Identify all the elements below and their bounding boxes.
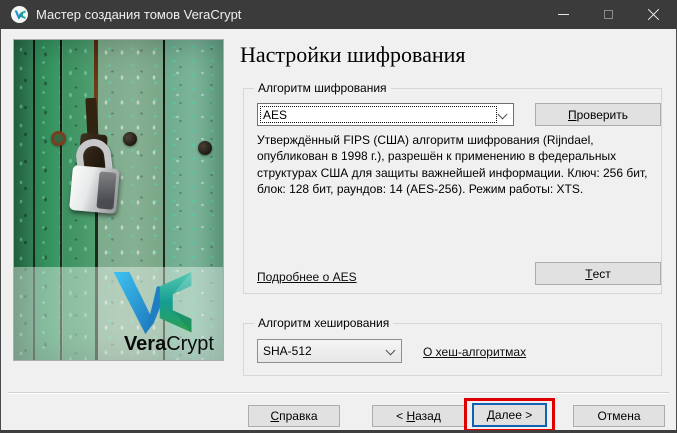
encryption-algorithm-select[interactable]: AES: [257, 103, 514, 126]
algorithm-description: Утверждённый FIPS (США) алгоритм шифрова…: [257, 132, 660, 198]
focus-rect: [260, 106, 497, 123]
titlebar: Мастер создания томов VeraCrypt: [0, 0, 677, 29]
wordmark-vera: Vera: [124, 333, 166, 355]
close-icon: [647, 8, 660, 21]
door-padlock-image: VeraCrypt: [14, 40, 223, 360]
chevron-down-icon: [386, 347, 394, 355]
button-label: <: [396, 409, 406, 423]
verify-button[interactable]: Проверить: [535, 103, 661, 126]
minimize-button[interactable]: [541, 0, 586, 29]
hash-algorithm-group: Алгоритм хеширования SHA-512 О хеш-алгор…: [243, 323, 662, 376]
veracrypt-wordmark: VeraCrypt: [124, 333, 214, 356]
hash-info-link[interactable]: О хеш-алгоритмах: [423, 345, 526, 359]
next-button[interactable]: Далее >: [472, 403, 547, 427]
button-label: алее >: [495, 408, 532, 422]
button-accesskey: С: [270, 409, 279, 423]
minimize-icon: [558, 14, 569, 15]
help-button[interactable]: Справка: [248, 405, 340, 427]
benchmark-test-button[interactable]: Тест: [535, 262, 661, 285]
maximize-button: [586, 0, 631, 29]
window-controls: [541, 0, 676, 29]
button-label: Отмена: [597, 409, 640, 423]
button-label: ест: [593, 267, 611, 281]
encryption-algorithm-group: Алгоритм шифрования AES Проверить Утверж…: [243, 88, 662, 294]
button-accesskey: Д: [487, 408, 495, 422]
window-title: Мастер создания томов VeraCrypt: [36, 0, 241, 29]
close-button[interactable]: [631, 0, 676, 29]
veracrypt-logo: [100, 272, 208, 334]
veracrypt-logo-glyph: [14, 10, 26, 20]
hash-algorithm-value: SHA-512: [263, 344, 312, 358]
logo-overlay-band: VeraCrypt: [14, 267, 223, 360]
maximize-icon: [604, 10, 613, 19]
back-button[interactable]: < Назад: [372, 405, 465, 427]
footer-separator: [8, 392, 669, 394]
button-accesskey: Т: [585, 267, 592, 281]
hash-group-label: Алгоритм хеширования: [254, 316, 393, 330]
veracrypt-app-icon: [11, 6, 28, 23]
wordmark-crypt: Crypt: [166, 333, 214, 355]
encryption-group-label: Алгоритм шифрования: [254, 81, 391, 95]
chevron-down-icon: [498, 111, 506, 119]
button-label: роверить: [577, 108, 628, 122]
button-accesskey: П: [568, 108, 577, 122]
hash-algorithm-select[interactable]: SHA-512: [257, 339, 402, 363]
cancel-button[interactable]: Отмена: [573, 405, 665, 427]
button-label: правка: [279, 409, 317, 423]
more-about-aes-link[interactable]: Подробнее о AES: [257, 270, 357, 284]
button-label: азад: [415, 409, 441, 423]
button-accesskey: Н: [406, 409, 415, 423]
veracrypt-wizard-window: Мастер создания томов VeraCrypt: [0, 0, 677, 433]
page-title: Настройки шифрования: [240, 42, 466, 68]
